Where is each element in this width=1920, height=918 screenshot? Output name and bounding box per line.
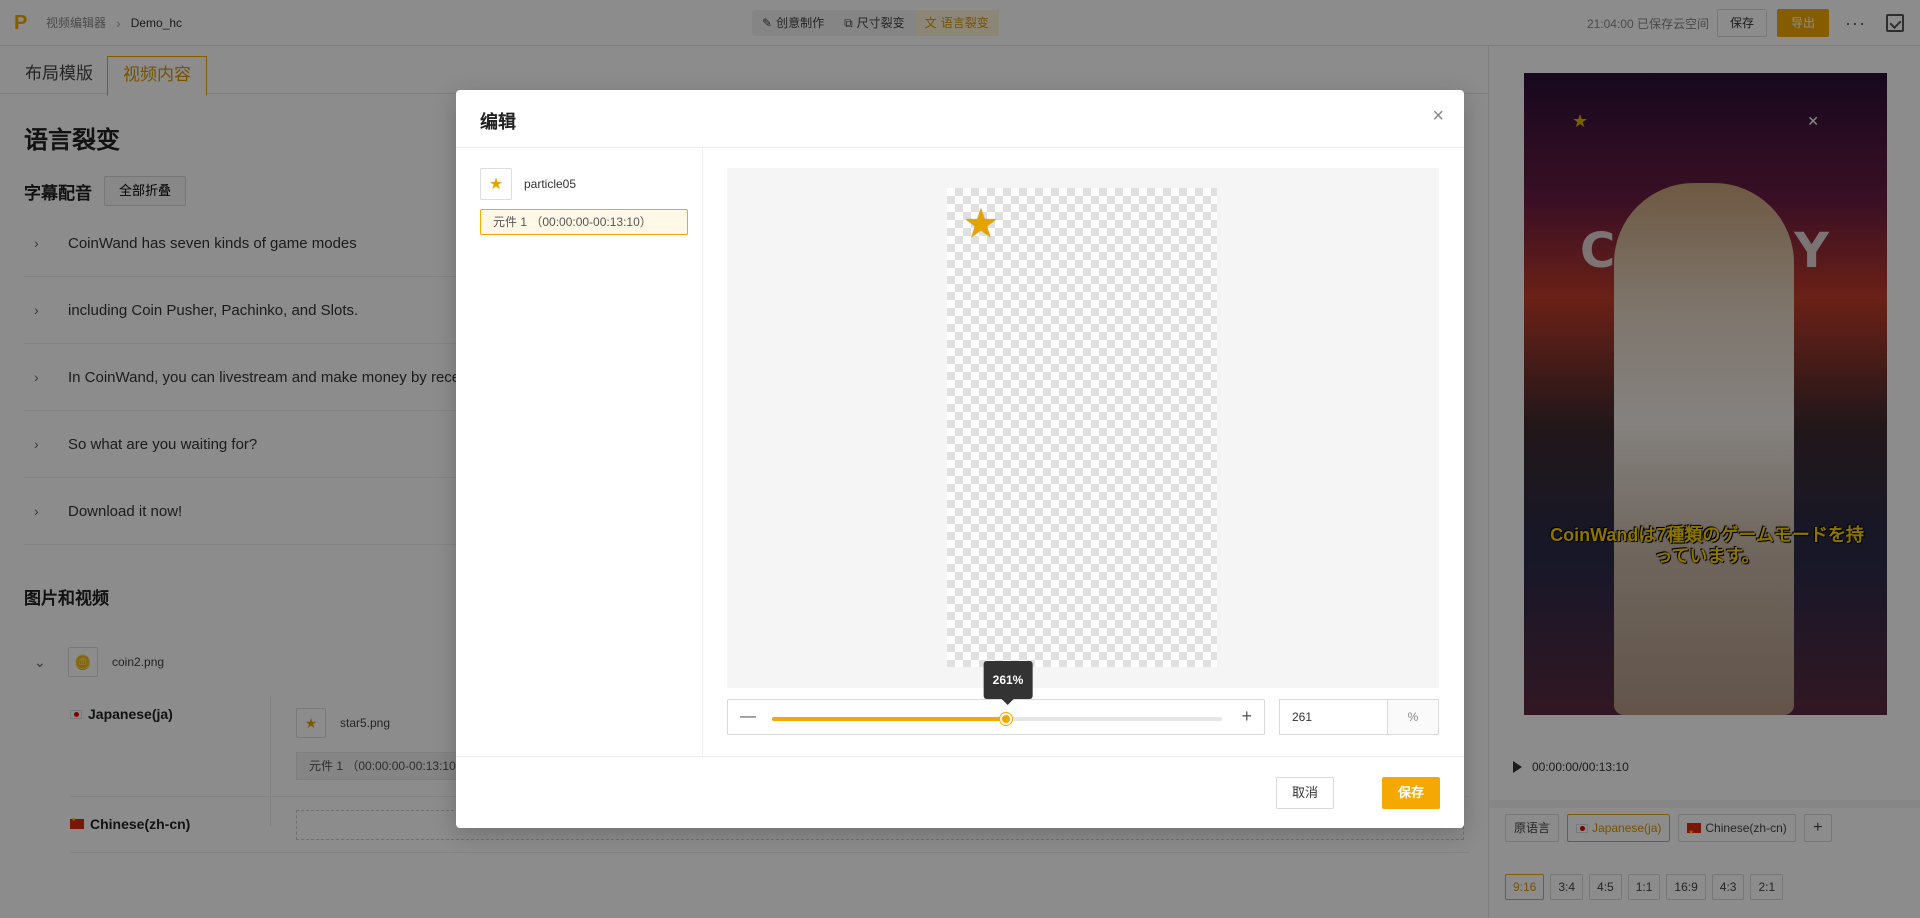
modal-title: 编辑 <box>480 112 516 132</box>
element-tag-selected[interactable]: 元件 1 （00:00:00-00:13:10） <box>480 209 688 235</box>
cancel-button[interactable]: 取消 <box>1275 777 1334 809</box>
star-thumbnail: ★ <box>480 168 512 200</box>
zoom-out-icon[interactable]: — <box>740 708 756 726</box>
modal-footer: 取消 保存 <box>456 756 1464 828</box>
modal-save-button[interactable]: 保存 <box>1381 777 1440 809</box>
asset-list: ★ particle05 元件 1 （00:00:00-00:13:10） <box>456 148 703 756</box>
zoom-unit: % <box>1387 699 1439 735</box>
zoom-in-icon[interactable]: + <box>1241 707 1252 725</box>
canvas-area: ★ <box>727 168 1439 688</box>
zoom-slider-handle[interactable]: 261% <box>983 661 1033 725</box>
zoom-slider-box: — 261% + <box>727 661 1265 735</box>
asset-name: particle05 <box>524 177 577 191</box>
canvas-panel: ★ — 261% + % <box>703 148 1464 756</box>
close-icon[interactable]: × <box>1432 106 1444 126</box>
transparent-canvas[interactable]: ★ <box>947 188 1217 667</box>
modal-header: 编辑 × <box>456 90 1464 148</box>
star-graphic[interactable]: ★ <box>963 204 999 244</box>
zoom-tooltip: 261% <box>983 661 1033 705</box>
zoom-value-input[interactable] <box>1279 699 1387 735</box>
zoom-slider[interactable]: 261% <box>772 661 1222 725</box>
asset-item[interactable]: ★ particle05 <box>480 168 576 200</box>
zoom-controls: — 261% + % <box>727 661 1439 735</box>
modal-body: ★ particle05 元件 1 （00:00:00-00:13:10） ★ … <box>456 148 1464 756</box>
edit-modal: 编辑 × ★ particle05 元件 1 （00:00:00-00:13:1… <box>456 90 1464 828</box>
zoom-slider-fill <box>772 717 1006 721</box>
